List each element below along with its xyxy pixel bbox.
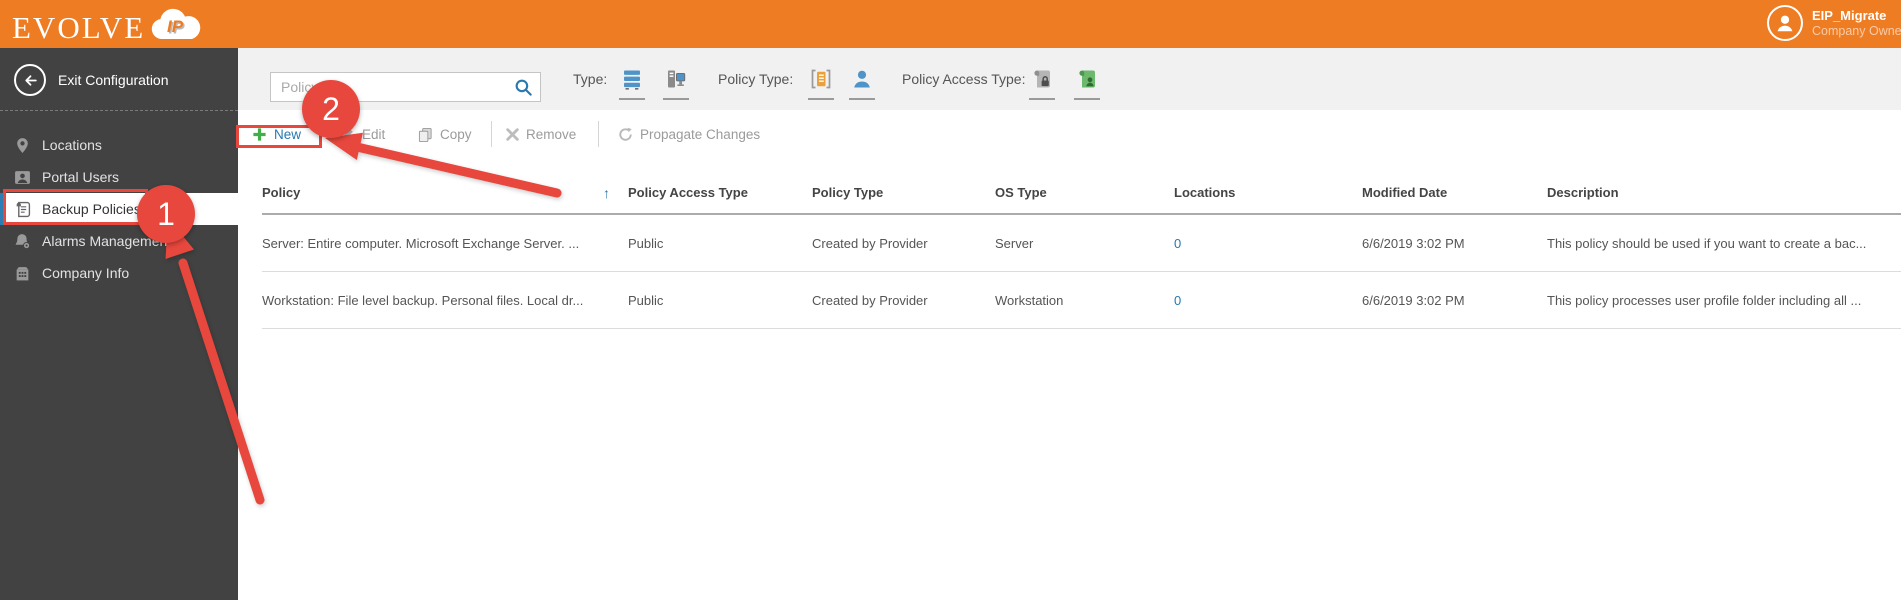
table-header-row: Policy ↑ Policy Access Type Policy Type … [262, 185, 1901, 215]
toolbar-divider [598, 121, 599, 147]
sidebar-item-alarms-management[interactable]: Alarms Management [0, 225, 238, 257]
policy-search-input[interactable] [281, 73, 501, 101]
column-header-policy-type[interactable]: Policy Type [812, 185, 995, 200]
description-cell: This policy processes user profile folde… [1547, 292, 1862, 308]
sidebar-item-label: Alarms Management [42, 233, 172, 249]
policies-table: Policy ↑ Policy Access Type Policy Type … [262, 185, 1901, 329]
edit-button[interactable]: Edit [341, 122, 385, 146]
modified-date-cell: 6/6/2019 3:02 PM [1362, 235, 1465, 251]
refresh-icon [618, 127, 633, 142]
x-icon [506, 127, 519, 141]
policy-type-filter-label: Policy Type: [718, 71, 794, 87]
cloud-ip-icon: IP IP [147, 7, 203, 50]
policy-cell: Workstation: File level backup. Personal… [262, 292, 584, 308]
copy-button[interactable]: Copy [418, 122, 472, 146]
new-button[interactable]: New [252, 122, 301, 146]
private-scroll-lock-icon [1031, 68, 1053, 95]
propagate-changes-button[interactable]: Propagate Changes [618, 122, 760, 146]
plus-icon [252, 127, 267, 142]
filter-policy-type-provider-button[interactable] [807, 68, 835, 100]
edit-button-label: Edit [362, 126, 386, 142]
top-header: EVOLVE IP IP EIP_Migrate Company Owner [0, 0, 1901, 48]
propagate-changes-label: Propagate Changes [640, 126, 761, 142]
filter-type-server-button[interactable] [618, 68, 646, 100]
grid-toolbar: New Edit Copy Remove Propagate Changes [238, 110, 1901, 158]
logo-text: EVOLVE [12, 9, 146, 45]
table-row[interactable]: Workstation: File level backup. Personal… [262, 272, 1901, 329]
map-pin-icon [14, 137, 31, 154]
user-avatar-icon [1767, 5, 1803, 41]
filter-bar: Type: Policy Type: [238, 48, 1901, 110]
search-icon[interactable] [514, 78, 533, 102]
copy-button-label: Copy [440, 126, 472, 142]
user-menu[interactable]: EIP_Migrate Company Owner [1767, 5, 1901, 41]
building-icon [14, 265, 31, 282]
sidebar-item-label: Locations [42, 137, 102, 153]
sidebar-menu: Locations Portal Users Backup Policies A… [0, 129, 238, 289]
access-type-cell: Public [628, 292, 664, 308]
sidebar: Exit Configuration Locations Portal User… [0, 48, 238, 600]
svg-text:IP: IP [167, 17, 184, 36]
policy-type-cell: Created by Provider [812, 235, 928, 251]
os-type-cell: Workstation [995, 292, 1064, 308]
sidebar-item-company-info[interactable]: Company Info [0, 257, 238, 289]
table-row[interactable]: Server: Entire computer. Microsoft Excha… [262, 215, 1901, 272]
sidebar-item-label: Company Info [42, 265, 130, 281]
sort-ascending-icon[interactable]: ↑ [603, 185, 610, 201]
sidebar-item-label: Backup Policies [42, 201, 141, 217]
remove-button-label: Remove [526, 126, 577, 142]
os-type-cell: Server [995, 235, 1034, 251]
user-role: Company Owner [1812, 23, 1901, 38]
toolbar-divider [491, 121, 492, 147]
sidebar-item-backup-policies[interactable]: Backup Policies [0, 193, 238, 225]
public-scroll-person-icon [1076, 68, 1098, 95]
modified-date-cell: 6/6/2019 3:02 PM [1362, 292, 1465, 308]
user-name: EIP_Migrate [1812, 7, 1887, 23]
column-header-modified-date[interactable]: Modified Date [1362, 185, 1547, 200]
column-header-description[interactable]: Description [1547, 185, 1901, 200]
locations-count-link[interactable]: 0 [1174, 293, 1181, 308]
provider-scroll-icon [810, 68, 832, 95]
back-arrow-icon [14, 64, 46, 96]
evolve-ip-logo: EVOLVE IP IP [12, 5, 203, 50]
portal-user-icon [14, 169, 31, 186]
filter-access-public-button[interactable] [1073, 68, 1101, 100]
locations-count-link[interactable]: 0 [1174, 236, 1181, 251]
copy-icon [418, 127, 433, 142]
user-person-icon [851, 68, 873, 95]
app-window: EVOLVE IP IP EIP_Migrate Company Owner E… [0, 0, 1901, 600]
workstation-icon [665, 68, 687, 95]
type-filter-label: Type: [573, 71, 608, 87]
policy-cell: Server: Entire computer. Microsoft Excha… [262, 235, 580, 251]
filter-access-private-button[interactable] [1028, 68, 1056, 100]
column-header-os-type[interactable]: OS Type [995, 185, 1174, 200]
filter-policy-type-user-button[interactable] [848, 68, 876, 100]
server-icon [621, 68, 643, 95]
column-header-policy-access-type[interactable]: Policy Access Type [628, 185, 812, 200]
column-header-locations[interactable]: Locations [1174, 185, 1362, 200]
new-button-label: New [274, 126, 302, 142]
access-type-cell: Public [628, 235, 664, 251]
policy-search-box [270, 72, 541, 102]
description-cell: This policy should be used if you want t… [1547, 235, 1867, 251]
filter-type-workstation-button[interactable] [662, 68, 690, 100]
main-content: Type: Policy Type: [238, 48, 1901, 600]
pencil-icon [341, 127, 355, 141]
sidebar-item-label: Portal Users [42, 169, 120, 185]
scroll-policy-icon [14, 201, 31, 218]
sidebar-divider [0, 110, 238, 111]
exit-configuration-button[interactable]: Exit Configuration [0, 63, 238, 97]
sidebar-item-locations[interactable]: Locations [0, 129, 238, 161]
sidebar-item-portal-users[interactable]: Portal Users [0, 161, 238, 193]
policy-type-cell: Created by Provider [812, 292, 928, 308]
alarm-bell-gear-icon [14, 233, 31, 250]
remove-button[interactable]: Remove [506, 122, 576, 146]
policy-access-type-filter-label: Policy Access Type: [902, 71, 1026, 87]
column-header-policy[interactable]: Policy ↑ [262, 185, 628, 201]
exit-configuration-label: Exit Configuration [58, 72, 169, 88]
